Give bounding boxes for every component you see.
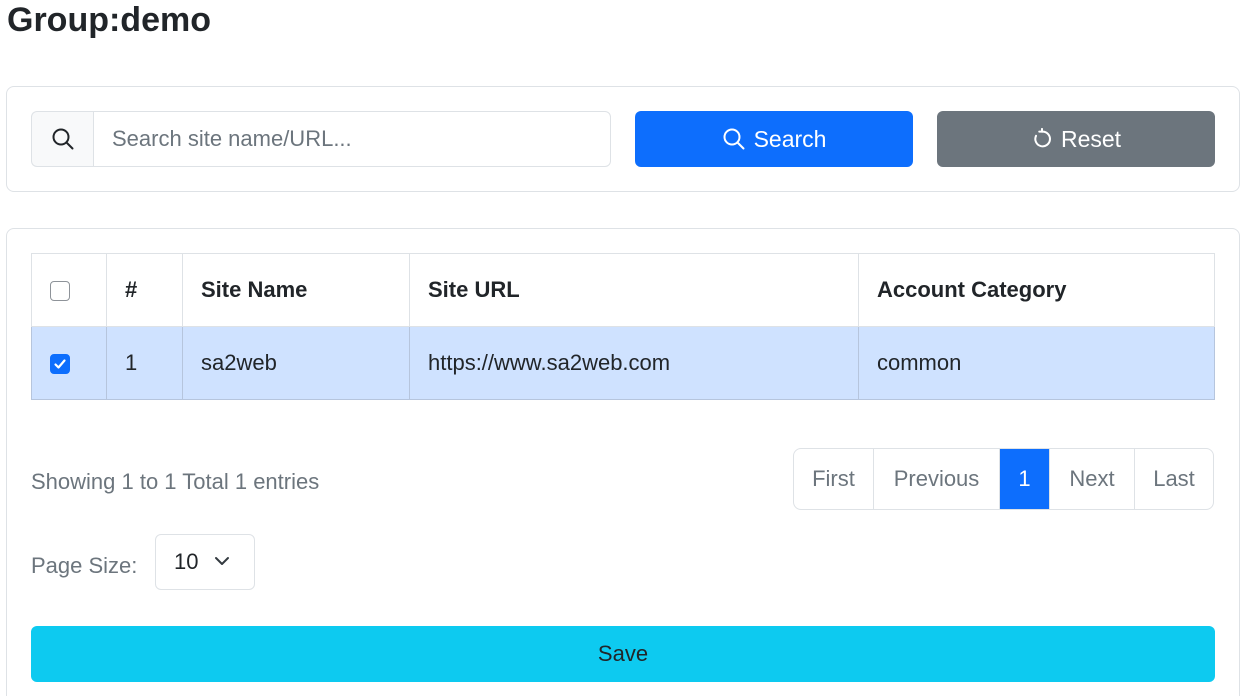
page-next[interactable]: Next bbox=[1050, 449, 1135, 509]
table-header-row: # Site Name Site URL Account Category bbox=[31, 253, 1215, 327]
search-card: Search Reset bbox=[6, 86, 1240, 192]
row-account-category: common bbox=[858, 326, 1215, 400]
chevron-down-icon bbox=[214, 549, 230, 575]
entries-summary: Showing 1 to 1 Total 1 entries bbox=[31, 469, 320, 494]
header-site-url: Site URL bbox=[409, 253, 859, 327]
search-icon bbox=[722, 127, 746, 151]
row-site-url: https://www.sa2web.com bbox=[409, 326, 859, 400]
reset-button[interactable]: Reset bbox=[937, 111, 1215, 167]
table-row[interactable]: 1 sa2web https://www.sa2web.com common bbox=[31, 326, 1215, 400]
page-size-select[interactable]: 10 bbox=[155, 534, 255, 590]
header-site-name: Site Name bbox=[182, 253, 410, 327]
page-current[interactable]: 1 bbox=[1000, 449, 1050, 509]
search-group bbox=[31, 111, 611, 167]
save-button[interactable]: Save bbox=[31, 626, 1215, 682]
select-all-checkbox[interactable] bbox=[50, 281, 70, 302]
page-size-value: 10 bbox=[174, 549, 199, 574]
header-num: # bbox=[106, 253, 183, 327]
page-last[interactable]: Last bbox=[1135, 449, 1213, 509]
row-select-cell[interactable] bbox=[31, 326, 107, 400]
page-previous[interactable]: Previous bbox=[874, 449, 1000, 509]
page-first[interactable]: First bbox=[794, 449, 874, 509]
search-input[interactable] bbox=[93, 111, 611, 167]
row-num: 1 bbox=[106, 326, 183, 400]
rotate-icon bbox=[1031, 128, 1053, 150]
row-site-name: sa2web bbox=[182, 326, 410, 400]
reset-button-label: Reset bbox=[1060, 125, 1122, 152]
row-checkbox[interactable] bbox=[50, 354, 70, 375]
search-icon bbox=[31, 111, 93, 167]
page-title: Group:demo bbox=[7, 1, 211, 39]
header-account-category: Account Category bbox=[858, 253, 1215, 327]
header-select-all[interactable] bbox=[31, 253, 107, 327]
search-button[interactable]: Search bbox=[635, 111, 913, 167]
page-size-label: Page Size: bbox=[31, 553, 138, 578]
table-card: # Site Name Site URL Account Category 1 … bbox=[6, 228, 1240, 696]
pagination: First Previous 1 Next Last bbox=[793, 448, 1214, 510]
sites-table: # Site Name Site URL Account Category 1 … bbox=[31, 253, 1215, 400]
search-button-label: Search bbox=[753, 125, 827, 152]
